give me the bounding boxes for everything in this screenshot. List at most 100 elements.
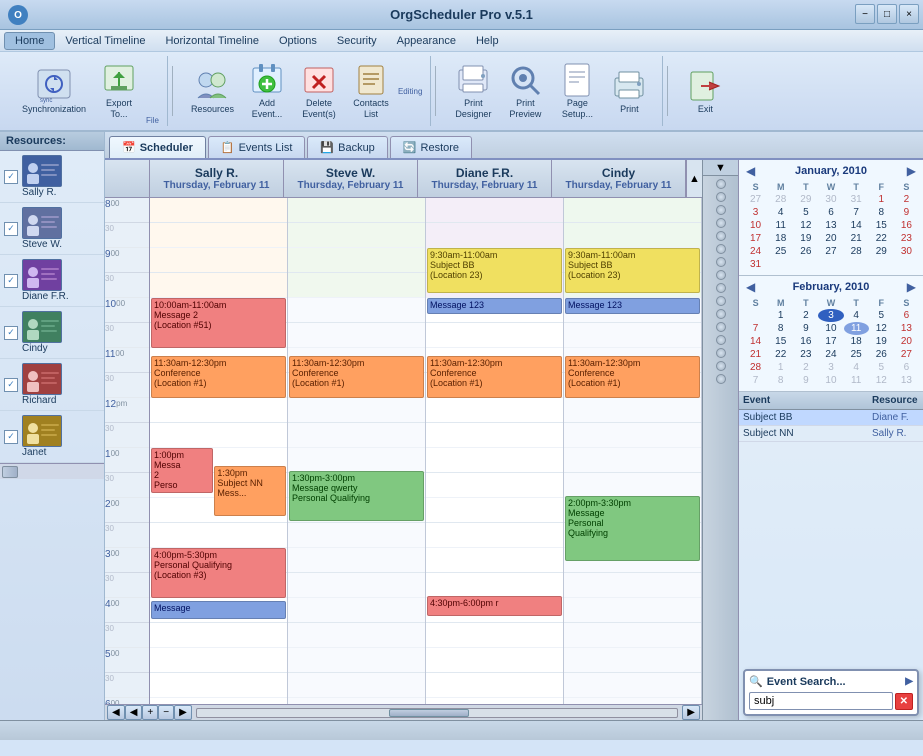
- event-sally-5[interactable]: 4:00pm-5:30pmPersonal Qualifying(Locatio…: [151, 548, 286, 598]
- feb-day[interactable]: 22: [768, 348, 793, 361]
- minimize-button[interactable]: −: [855, 4, 875, 24]
- feb-day[interactable]: 27: [894, 348, 919, 361]
- cal-day[interactable]: 30: [818, 193, 843, 206]
- feb-day[interactable]: 12: [869, 322, 894, 335]
- feb-day[interactable]: 4: [844, 309, 869, 322]
- feb-day[interactable]: 14: [743, 335, 768, 348]
- h-scroll-end[interactable]: ▶: [682, 705, 700, 720]
- cal-day[interactable]: 25: [768, 245, 793, 258]
- cal-day[interactable]: 22: [869, 232, 894, 245]
- event-diane-1[interactable]: 9:30am-11:00amSubject BB(Location 23): [427, 248, 562, 293]
- resource-cindy-checkbox[interactable]: ✓: [4, 326, 18, 340]
- feb-day[interactable]: 17: [818, 335, 843, 348]
- feb-day[interactable]: 25: [844, 348, 869, 361]
- h-scroll-track[interactable]: [196, 708, 679, 718]
- resource-steve-checkbox[interactable]: ✓: [4, 222, 18, 236]
- event-list-row-1[interactable]: Subject BB Diane F.: [739, 410, 923, 426]
- resource-janet-checkbox[interactable]: ✓: [4, 430, 18, 444]
- menu-appearance[interactable]: Appearance: [387, 33, 466, 49]
- event-cindy-1[interactable]: 9:30am-11:00amSubject BB(Location 23): [565, 248, 700, 293]
- feb-day[interactable]: 8: [768, 322, 793, 335]
- feb-day[interactable]: 24: [818, 348, 843, 361]
- feb-day[interactable]: 1: [768, 309, 793, 322]
- event-diane-4[interactable]: 4:30pm-6:00pm r: [427, 596, 562, 616]
- tab-restore[interactable]: 🔄 Restore: [390, 136, 472, 158]
- cal-day[interactable]: 10: [743, 219, 768, 232]
- event-sally-4[interactable]: 1:30pmSubject NNMess...: [214, 466, 286, 516]
- cal-day[interactable]: 26: [793, 245, 818, 258]
- event-list-row-2[interactable]: Subject NN Sally R.: [739, 426, 923, 442]
- event-sally-1[interactable]: 10:00am-11:00amMessage 2(Location #51): [151, 298, 286, 348]
- cal-day[interactable]: 28: [768, 193, 793, 206]
- cal-day[interactable]: 18: [768, 232, 793, 245]
- slot-sally-12-30[interactable]: [150, 423, 287, 448]
- feb-day[interactable]: 2: [793, 361, 818, 374]
- feb-day[interactable]: 18: [844, 335, 869, 348]
- h-scroll-bar[interactable]: ◀ ◀ + − ▶ ▶: [105, 704, 702, 720]
- feb-day[interactable]: 13: [894, 322, 919, 335]
- event-search-clear-button[interactable]: ✕: [895, 693, 913, 710]
- schedule-scroll-area[interactable]: 8 00 30 9 00 30 10 00 30 11 00 30: [105, 198, 702, 704]
- event-cindy-4[interactable]: 2:00pm-3:30pmMessagePersonalQualifying: [565, 496, 700, 561]
- feb-day[interactable]: 12: [869, 374, 894, 387]
- cal-day[interactable]: 13: [818, 219, 843, 232]
- event-search-input[interactable]: [749, 692, 893, 710]
- feb-day[interactable]: 16: [793, 335, 818, 348]
- feb-day[interactable]: 5: [869, 361, 894, 374]
- cal-day[interactable]: 11: [768, 219, 793, 232]
- cal-day[interactable]: 3: [743, 206, 768, 219]
- resource-cindy[interactable]: ✓ Cindy: [0, 307, 104, 359]
- feb-day[interactable]: 11: [844, 374, 869, 387]
- page-setup-button[interactable]: PageSetup...: [552, 58, 602, 124]
- mini-cal-feb-next-button[interactable]: ▶: [904, 280, 919, 294]
- slot-sally-5-30[interactable]: [150, 673, 287, 698]
- resource-richard[interactable]: ✓ Richard: [0, 359, 104, 411]
- h-scroll-prev[interactable]: ◀: [107, 705, 125, 720]
- feb-day[interactable]: 19: [869, 335, 894, 348]
- cal-day[interactable]: 23: [894, 232, 919, 245]
- resource-steve[interactable]: ✓ Steve W.: [0, 203, 104, 255]
- close-button[interactable]: ×: [899, 4, 919, 24]
- event-sally-3[interactable]: 1:00pmMessa2Perso: [151, 448, 213, 493]
- feb-day[interactable]: 10: [818, 322, 843, 335]
- cal-day[interactable]: 30: [894, 245, 919, 258]
- feb-day[interactable]: 4: [844, 361, 869, 374]
- feb-day[interactable]: 10: [818, 374, 843, 387]
- contacts-list-button[interactable]: ContactsList: [346, 58, 396, 124]
- feb-day[interactable]: 9: [793, 374, 818, 387]
- maximize-button[interactable]: □: [877, 4, 897, 24]
- tab-backup[interactable]: 💾 Backup: [307, 136, 387, 158]
- menu-home[interactable]: Home: [4, 32, 55, 50]
- feb-day[interactable]: 6: [894, 309, 919, 322]
- event-sally-6[interactable]: Message: [151, 601, 286, 619]
- cal-day[interactable]: 24: [743, 245, 768, 258]
- delete-events-button[interactable]: DeleteEvent(s): [294, 58, 344, 124]
- cal-day[interactable]: 2: [894, 193, 919, 206]
- feb-day[interactable]: 13: [894, 374, 919, 387]
- cal-day[interactable]: 31: [743, 258, 768, 271]
- feb-day[interactable]: 20: [894, 335, 919, 348]
- cal-day[interactable]: 1: [869, 193, 894, 206]
- scroll-up-button[interactable]: ▲: [686, 160, 702, 197]
- cal-day[interactable]: 16: [894, 219, 919, 232]
- feb-day[interactable]: 15: [768, 335, 793, 348]
- feb-day[interactable]: 8: [768, 374, 793, 387]
- cal-day[interactable]: 27: [818, 245, 843, 258]
- feb-day[interactable]: 21: [743, 348, 768, 361]
- cal-day[interactable]: 28: [844, 245, 869, 258]
- resource-sally-checkbox[interactable]: ✓: [4, 170, 18, 184]
- slot-sally-5-00[interactable]: [150, 648, 287, 673]
- feb-day[interactable]: 7: [743, 322, 768, 335]
- slot-sally-8-00[interactable]: [150, 198, 287, 223]
- feb-day[interactable]: 28: [743, 361, 768, 374]
- sidebar-hscroll-thumb[interactable]: [2, 466, 18, 478]
- cal-day[interactable]: 31: [844, 193, 869, 206]
- slot-sally-8-30[interactable]: [150, 223, 287, 248]
- tab-events-list[interactable]: 📋 Events List: [208, 136, 306, 158]
- mini-cal-feb-prev-button[interactable]: ◀: [743, 280, 758, 294]
- cal-day[interactable]: 4: [768, 206, 793, 219]
- event-cindy-3[interactable]: 11:30am-12:30pmConference(Location #1): [565, 356, 700, 398]
- cal-day[interactable]: 6: [818, 206, 843, 219]
- resource-janet[interactable]: ✓ Janet: [0, 411, 104, 463]
- h-scroll-prev2[interactable]: ◀: [125, 705, 143, 720]
